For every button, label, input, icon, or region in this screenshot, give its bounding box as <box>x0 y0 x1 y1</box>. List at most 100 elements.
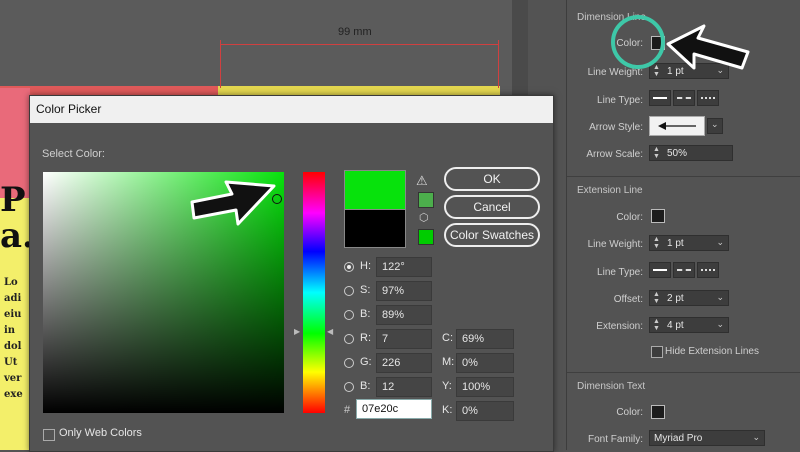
blue-input[interactable]: 12 <box>376 377 432 397</box>
hue-slider-right-handle-icon[interactable]: ◀ <box>327 327 333 336</box>
magenta-input[interactable]: 0% <box>456 353 514 373</box>
dimension-label: 99 mm <box>338 26 372 38</box>
stepper-icon[interactable]: ▲ ▼ <box>653 291 660 305</box>
line-type-solid-button[interactable] <box>649 90 671 106</box>
new-color-preview <box>344 170 406 210</box>
arrow-scale-label: Arrow Scale: <box>586 149 643 160</box>
doc-big-letter-2: a. <box>0 216 30 256</box>
offset-label: Offset: <box>613 294 643 305</box>
gamut-color-swatch[interactable] <box>418 192 434 208</box>
ext-line-type-dotted-button[interactable] <box>697 262 719 278</box>
extension-combo[interactable]: ▲ ▼ 4 pt ⌄ <box>649 317 729 333</box>
arrow-style-dropdown[interactable]: ⌄ <box>707 118 723 134</box>
g-label: G: <box>360 356 372 368</box>
brightness-input[interactable]: 89% <box>376 305 432 325</box>
document-page-left: P a. Lo adi eiu in dol Ut ver exe <box>0 88 30 450</box>
hue-slider-left-handle-icon[interactable]: ▶ <box>294 327 300 336</box>
doc-line: eiu <box>4 309 22 320</box>
dimension-line <box>220 44 498 45</box>
section-divider <box>567 176 800 177</box>
extension-line-color-swatch[interactable] <box>651 209 665 223</box>
dimension-text-color-label: Color: <box>616 407 643 418</box>
font-family-label: Font Family: <box>587 434 643 445</box>
section-divider <box>567 372 800 373</box>
black-input[interactable]: 0% <box>456 401 514 421</box>
web-safe-color-swatch[interactable] <box>418 229 434 245</box>
cancel-button[interactable]: Cancel <box>444 195 540 219</box>
s-label: S: <box>360 284 371 296</box>
dimension-line-type-label: Line Type: <box>597 95 643 106</box>
stepper-icon[interactable]: ▲ ▼ <box>653 236 660 250</box>
extension-line-color-label: Color: <box>616 212 643 223</box>
only-web-colors-label: Only Web Colors <box>59 427 142 439</box>
brightness-radio[interactable] <box>344 310 354 320</box>
dimension-line-weight-label: Line Weight: <box>587 67 643 78</box>
chevron-down-icon[interactable]: ⌄ <box>752 432 760 443</box>
color-picker-dialog: Color Picker Select Color: ▶ ◀ ⚠ ⬡ OK Ca… <box>29 95 554 452</box>
extension-line-weight-label: Line Weight: <box>587 239 643 250</box>
blue-radio[interactable] <box>344 382 354 392</box>
yellow-input[interactable]: 100% <box>456 377 514 397</box>
hide-extension-lines-checkbox[interactable] <box>651 346 663 358</box>
h-label: H: <box>360 260 371 272</box>
stepper-icon[interactable]: ▲ ▼ <box>653 146 660 160</box>
red-input[interactable]: 7 <box>376 329 432 349</box>
extension-line-weight-combo[interactable]: ▲ ▼ 1 pt ⌄ <box>649 235 729 251</box>
c-label: C: <box>442 332 453 344</box>
blue-label: B: <box>360 380 371 392</box>
y-label: Y: <box>442 380 452 392</box>
hue-slider[interactable] <box>303 172 325 413</box>
k-label: K: <box>442 404 453 416</box>
warning-icon[interactable]: ⚠ <box>416 173 428 189</box>
color-swatches-button[interactable]: Color Swatches <box>444 223 540 247</box>
stepper-icon[interactable]: ▲ ▼ <box>653 318 660 332</box>
chevron-down-icon[interactable]: ⌄ <box>716 319 724 330</box>
stepper-icon[interactable]: ▲ ▼ <box>653 64 660 78</box>
arrow-style-select[interactable] <box>649 116 705 136</box>
hue-input[interactable]: 122° <box>376 257 432 277</box>
chevron-down-icon[interactable]: ⌄ <box>716 292 724 303</box>
extension-line-weight-value: 1 pt <box>667 238 684 249</box>
original-color-preview[interactable] <box>344 209 406 248</box>
section-title-extension-line: Extension Line <box>577 185 643 196</box>
green-input[interactable]: 226 <box>376 353 432 373</box>
web-cube-icon[interactable]: ⬡ <box>419 211 429 224</box>
b-label: B: <box>360 308 371 320</box>
offset-value: 2 pt <box>667 293 684 304</box>
saturation-input[interactable]: 97% <box>376 281 432 301</box>
ok-button[interactable]: OK <box>444 167 540 191</box>
pointer-arrow-icon <box>190 180 276 226</box>
cyan-input[interactable]: 69% <box>456 329 514 349</box>
hue-radio[interactable] <box>344 262 354 272</box>
ext-line-type-dashed-button[interactable] <box>673 262 695 278</box>
section-title-dimension-text: Dimension Text <box>577 381 646 392</box>
red-radio[interactable] <box>344 334 354 344</box>
arrow-left-icon <box>658 122 696 130</box>
arrow-scale-value: 50% <box>667 148 688 159</box>
arrow-scale-combo[interactable]: ▲ ▼ 50% <box>649 145 733 161</box>
highlight-circle <box>611 15 665 69</box>
dimension-tick-left <box>220 40 221 88</box>
dimension-text-color-swatch[interactable] <box>651 405 665 419</box>
only-web-colors-checkbox[interactable] <box>43 429 55 441</box>
font-family-select[interactable]: Myriad Pro ⌄ <box>649 430 765 446</box>
font-family-value: Myriad Pro <box>654 433 703 444</box>
select-color-label: Select Color: <box>42 148 105 160</box>
line-type-dashed-button[interactable] <box>673 90 695 106</box>
r-label: R: <box>360 332 371 344</box>
green-radio[interactable] <box>344 358 354 368</box>
chevron-down-icon: ⌄ <box>711 119 719 129</box>
m-label: M: <box>442 356 455 368</box>
hex-input[interactable]: 07e20c <box>356 399 432 419</box>
hex-label: # <box>344 404 351 416</box>
ext-line-type-solid-button[interactable] <box>649 262 671 278</box>
chevron-down-icon[interactable]: ⌄ <box>716 237 724 248</box>
doc-line: Ut <box>4 357 18 368</box>
line-type-dotted-button[interactable] <box>697 90 719 106</box>
extension-label: Extension: <box>596 321 643 332</box>
saturation-radio[interactable] <box>344 286 354 296</box>
arrow-style-label: Arrow Style: <box>589 122 643 133</box>
doc-line: Lo <box>4 277 18 288</box>
offset-combo[interactable]: ▲ ▼ 2 pt ⌄ <box>649 290 729 306</box>
extension-line-type-label: Line Type: <box>597 267 643 278</box>
